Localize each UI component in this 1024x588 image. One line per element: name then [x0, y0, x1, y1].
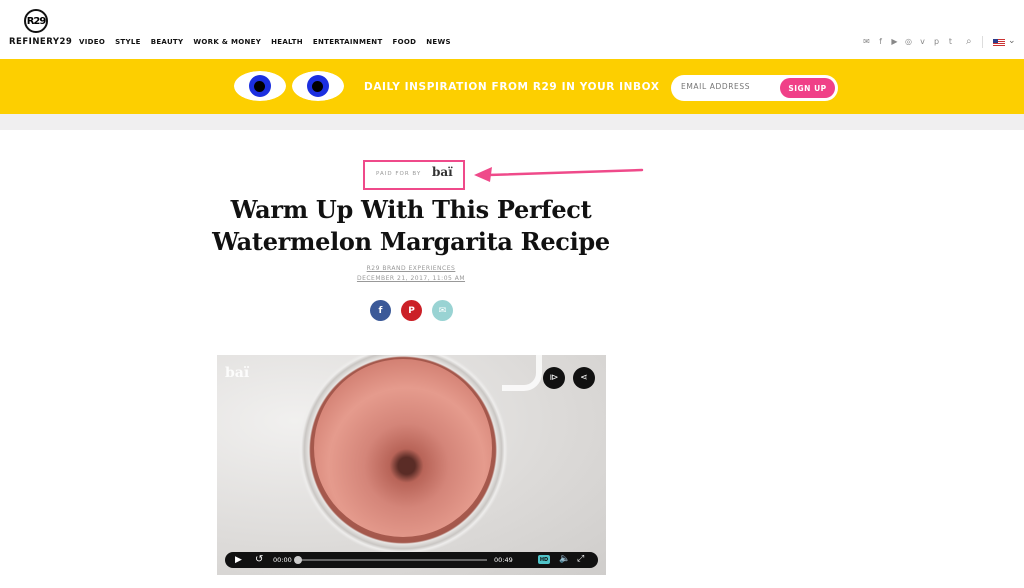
social-links: ✉ f ▶ ◎ v p t	[862, 37, 955, 46]
pinterest-icon: P	[408, 305, 415, 316]
section-divider	[0, 114, 1024, 130]
video-controls: ▶ ↺ 00:00 00:49 HD 🔈 ⤢	[225, 552, 598, 568]
nav-item-news[interactable]: NEWS	[426, 38, 451, 46]
author-link[interactable]: R29 BRAND EXPERIENCES	[300, 264, 522, 274]
hd-toggle[interactable]: HD	[538, 555, 550, 564]
playlist-icon[interactable]: ⧐	[543, 367, 565, 389]
main-nav: VIDEO STYLE BEAUTY WORK & MONEY HEALTH E…	[79, 38, 451, 46]
video-frame-drink	[314, 359, 492, 537]
nav-item-style[interactable]: STYLE	[115, 38, 141, 46]
video-player[interactable]: baï ⧐ ⋖ ▶ ↺ 00:00 00:49 HD 🔈 ⤢	[217, 355, 606, 575]
facebook-share-button[interactable]: f	[370, 300, 391, 321]
nav-item-work-money[interactable]: WORK & MONEY	[193, 38, 261, 46]
site-header: R29 REFINERY29 VIDEO STYLE BEAUTY WORK &…	[0, 0, 1024, 59]
nav-item-food[interactable]: FOOD	[393, 38, 417, 46]
pinterest-icon[interactable]: p	[932, 37, 941, 46]
email-field[interactable]	[681, 82, 776, 91]
title-line-2: Watermelon Margarita Recipe	[212, 227, 610, 256]
progress-knob[interactable]	[294, 556, 302, 564]
newsletter-form: SIGN UP	[671, 75, 838, 101]
title-line-1: Warm Up With This Perfect	[230, 195, 592, 224]
share-icon[interactable]: ⋖	[573, 367, 595, 389]
eye-icon	[292, 71, 344, 101]
signup-button[interactable]: SIGN UP	[780, 78, 835, 98]
byline: R29 BRAND EXPERIENCES DECEMBER 21, 2017,…	[300, 264, 522, 284]
video-frame-handle	[502, 355, 542, 391]
instagram-icon[interactable]: ◎	[904, 37, 913, 46]
publish-date: DECEMBER 21, 2017, 11:05 AM	[356, 275, 466, 282]
paid-for-by-label: PAID FOR BY	[376, 171, 422, 177]
fullscreen-icon[interactable]: ⤢	[577, 554, 584, 564]
us-flag-icon[interactable]	[993, 39, 1005, 47]
sponsor-logo: baï	[432, 165, 453, 179]
volume-icon[interactable]: 🔈	[559, 554, 570, 564]
mail-icon[interactable]: ✉	[862, 37, 871, 46]
banner-text: DAILY INSPIRATION FROM R29 IN YOUR INBOX	[364, 81, 660, 93]
duration: 00:49	[494, 556, 513, 564]
logo-text[interactable]: REFINERY29	[9, 37, 72, 47]
email-icon: ✉	[438, 305, 447, 316]
pinterest-share-button[interactable]: P	[401, 300, 422, 321]
youtube-icon[interactable]: ▶	[890, 37, 899, 46]
eye-icon	[234, 71, 286, 101]
chevron-down-icon[interactable]: ⌄	[1008, 36, 1016, 46]
vine-icon[interactable]: v	[918, 37, 927, 46]
article-title: Warm Up With This Perfect Watermelon Mar…	[200, 194, 622, 258]
logo-mark[interactable]: R29	[24, 9, 48, 33]
nav-item-beauty[interactable]: BEAUTY	[151, 38, 184, 46]
current-time: 00:00	[273, 556, 292, 564]
replay-10-icon[interactable]: ↺	[255, 554, 263, 565]
header-divider	[982, 36, 983, 48]
progress-bar[interactable]	[294, 556, 487, 564]
facebook-icon: f	[378, 305, 383, 316]
search-icon[interactable]: ⌕	[966, 36, 972, 47]
sponsor-badge[interactable]: PAID FOR BY baï	[363, 160, 465, 190]
nav-item-video[interactable]: VIDEO	[79, 38, 105, 46]
tumblr-icon[interactable]: t	[946, 37, 955, 46]
nav-item-health[interactable]: HEALTH	[271, 38, 303, 46]
play-icon[interactable]: ▶	[235, 555, 242, 565]
email-share-button[interactable]: ✉	[432, 300, 453, 321]
share-buttons: f P ✉	[370, 300, 453, 321]
nav-item-entertainment[interactable]: ENTERTAINMENT	[313, 38, 383, 46]
annotation-arrow	[474, 167, 644, 182]
facebook-icon[interactable]: f	[876, 37, 885, 46]
video-watermark: baï	[225, 365, 250, 381]
